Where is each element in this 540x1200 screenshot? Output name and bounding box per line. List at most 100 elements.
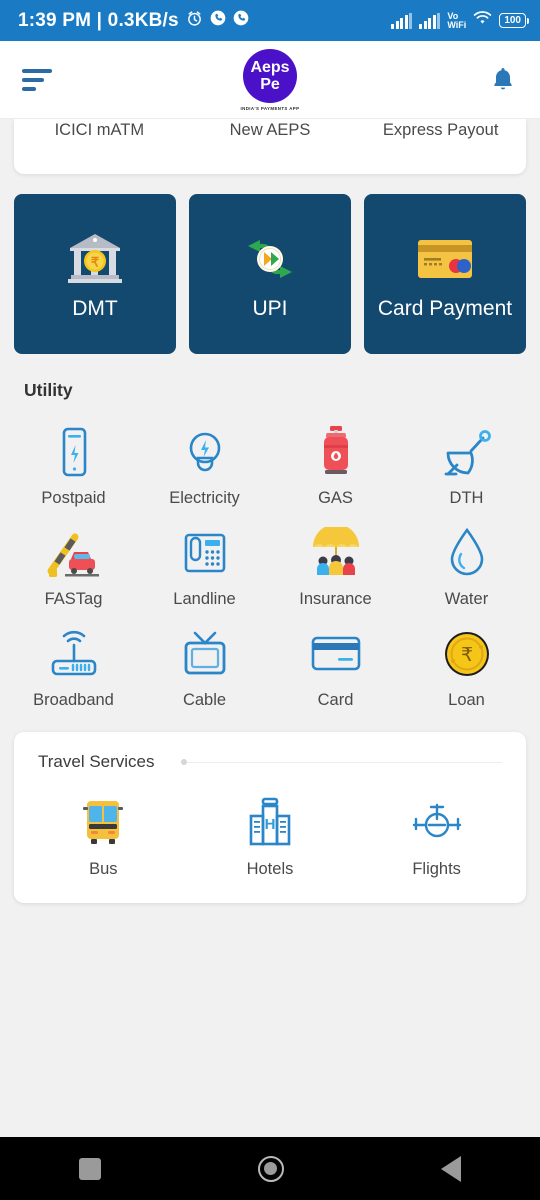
utility-grid: Postpaid Electricity GAS DTH FASTag Land…: [0, 411, 540, 714]
quick-service-new-aeps[interactable]: New AEPS: [185, 121, 356, 140]
utility-item-label: Broadband: [33, 691, 114, 709]
utility-item-landline[interactable]: Landline: [139, 512, 270, 613]
toll-barrier-car-icon: [45, 524, 103, 582]
travel-services-card: Travel Services Bus H Hotels Flights: [14, 732, 526, 903]
tile-card-payment[interactable]: Card Payment: [364, 194, 526, 354]
wifi-router-icon: [46, 625, 102, 683]
utility-item-label: Postpaid: [41, 489, 106, 507]
back-triangle-icon[interactable]: [441, 1155, 462, 1182]
travel-item-label: Flights: [412, 860, 461, 878]
svg-text:₹: ₹: [91, 254, 100, 269]
travel-header: Travel Services: [14, 748, 526, 772]
utility-item-label: Cable: [182, 691, 227, 709]
section-title-utility: Utility: [24, 380, 73, 400]
logo-tagline: INDIA'S PAYMENTS APP: [240, 105, 300, 111]
bell-icon[interactable]: [488, 65, 518, 95]
utility-item-label: GAS: [318, 489, 353, 507]
credit-card-icon: [414, 226, 476, 292]
mobile-phone-icon: [53, 423, 95, 481]
wifi-icon: [473, 10, 492, 31]
travel-item-hotels[interactable]: H Hotels: [187, 782, 354, 883]
bottom-spacer: [0, 903, 540, 921]
quick-services-card: ICICI mATM New AEPS Express Payout: [14, 119, 526, 174]
utility-item-label: DTH: [449, 489, 484, 507]
tile-upi[interactable]: UPI: [189, 194, 351, 354]
call-icon: [210, 10, 226, 31]
utility-item-label: Card: [317, 691, 354, 709]
water-drop-icon: [445, 524, 489, 582]
utility-item-fastag[interactable]: FASTag: [8, 512, 139, 613]
home-circle-icon[interactable]: [257, 1155, 284, 1182]
utility-item-cable[interactable]: Cable: [139, 613, 270, 714]
travel-item-bus[interactable]: Bus: [20, 782, 187, 883]
utility-item-loan[interactable]: ₹ Loan: [401, 613, 532, 714]
android-nav-bar: [0, 1137, 540, 1200]
bank-rupee-icon: ₹: [65, 226, 125, 292]
utility-item-broadband[interactable]: Broadband: [8, 613, 139, 714]
hotel-building-icon: H: [244, 794, 296, 852]
tile-label: Card Payment: [377, 296, 513, 320]
utility-item-insurance[interactable]: Insurance: [270, 512, 401, 613]
status-clock: 1:39 PM | 0.3KB/s: [18, 9, 179, 31]
quick-service-icici-matm[interactable]: ICICI mATM: [14, 121, 185, 140]
utility-item-electricity[interactable]: Electricity: [139, 411, 270, 512]
hamburger-icon[interactable]: [22, 68, 52, 91]
quick-service-express-payout[interactable]: Express Payout: [355, 121, 526, 140]
status-bar-left: 1:39 PM | 0.3KB/s: [18, 10, 249, 32]
utility-item-gas[interactable]: GAS: [270, 411, 401, 512]
utility-item-label: Insurance: [299, 590, 372, 608]
hamburger-line: [22, 86, 36, 91]
upi-icon: [240, 226, 300, 292]
travel-item-label: Bus: [89, 860, 118, 878]
airplane-icon: [408, 794, 466, 852]
utility-item-label: Water: [444, 590, 489, 608]
tile-dmt[interactable]: ₹ DMT: [14, 194, 176, 354]
svg-text:H: H: [265, 816, 276, 833]
umbrella-family-icon: [307, 524, 365, 582]
recents-square-icon[interactable]: [78, 1157, 101, 1180]
satellite-dish-icon: [440, 423, 494, 481]
utility-item-card[interactable]: Card: [270, 613, 401, 714]
travel-item-label: Hotels: [246, 860, 294, 878]
rupee-coin-icon: ₹: [441, 625, 493, 683]
vowifi-icon: Vo WiFi: [447, 11, 467, 30]
travel-item-flights[interactable]: Flights: [353, 782, 520, 883]
travel-section-title: Travel Services: [38, 752, 155, 771]
landline-telephone-icon: [178, 524, 232, 582]
call-icon: [233, 10, 249, 31]
app-logo[interactable]: Aeps Pe INDIA'S PAYMENTS APP: [240, 48, 300, 111]
travel-divider-line: [186, 761, 502, 763]
logo-text-line1: Aeps: [250, 58, 290, 76]
main-content: ICICI mATM New AEPS Express Payout ₹ DMT…: [0, 119, 540, 1137]
utility-item-dth[interactable]: DTH: [401, 411, 532, 512]
status-bar: 1:39 PM | 0.3KB/s Vo WiFi 100: [0, 0, 540, 41]
tile-label: UPI: [252, 296, 288, 320]
utility-item-water[interactable]: Water: [401, 512, 532, 613]
app-screen: 1:39 PM | 0.3KB/s Vo WiFi 100 Aeps Pe IN…: [0, 0, 540, 1200]
hamburger-line: [22, 68, 52, 73]
gas-cylinder-icon: [316, 423, 356, 481]
tile-label: DMT: [72, 296, 118, 320]
svg-text:₹: ₹: [460, 645, 472, 666]
utility-item-postpaid[interactable]: Postpaid: [8, 411, 139, 512]
utility-item-label: FASTag: [44, 590, 103, 608]
battery-icon: 100: [499, 13, 529, 28]
television-icon: [178, 625, 232, 683]
utility-item-label: Landline: [173, 590, 236, 608]
app-header: Aeps Pe INDIA'S PAYMENTS APP: [0, 41, 540, 119]
primary-services-tiles: ₹ DMT UPI Card Payment: [14, 194, 526, 354]
status-bar-right: Vo WiFi 100: [391, 10, 529, 31]
logo-circle: Aeps Pe: [243, 48, 297, 103]
hamburger-line: [22, 77, 44, 82]
signal-bars-icon: [419, 12, 441, 29]
travel-grid: Bus H Hotels Flights: [14, 772, 526, 883]
vowifi-label-bottom: WiFi: [447, 19, 467, 30]
card-outline-icon: [308, 625, 364, 683]
logo-text-line2: Pe: [260, 75, 280, 93]
alarm-icon: [186, 10, 203, 32]
utility-item-label: Loan: [448, 691, 485, 709]
light-bulb-icon: [181, 423, 229, 481]
signal-bars-icon: [391, 12, 413, 29]
utility-item-label: Electricity: [169, 489, 240, 507]
bus-icon: [75, 794, 131, 852]
